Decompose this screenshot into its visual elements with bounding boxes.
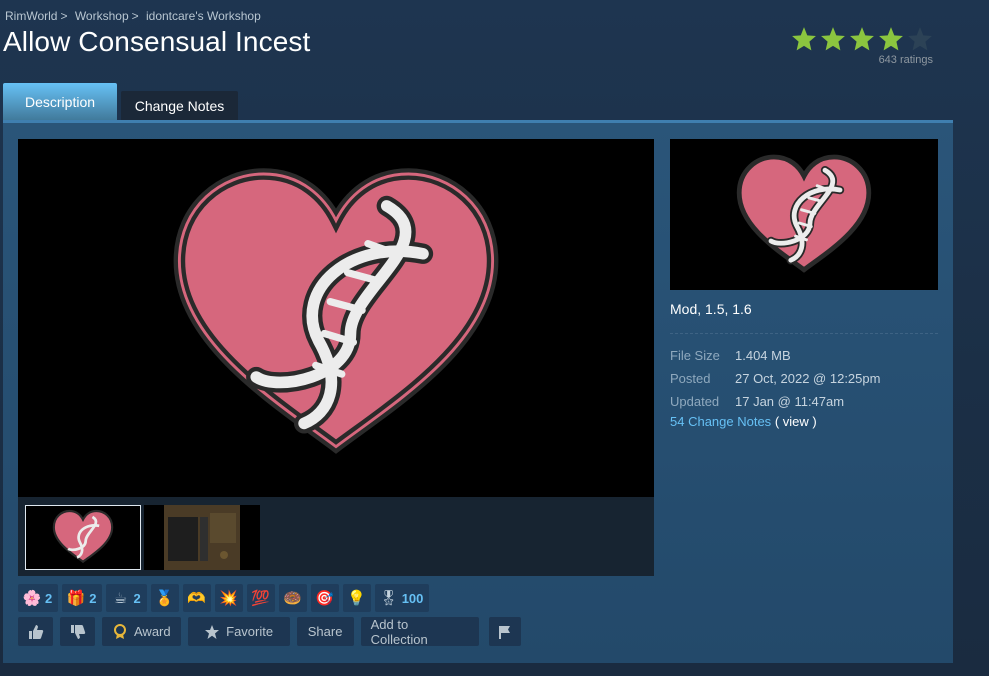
stat-file-size: File Size 1.404 MB bbox=[670, 344, 880, 367]
mod-tags: Mod, 1.5, 1.6 bbox=[670, 301, 752, 317]
thumbnail-gameplay[interactable] bbox=[144, 505, 260, 570]
star-filled-icon bbox=[792, 27, 816, 51]
rating: 643 ratings bbox=[791, 26, 933, 66]
award-chip[interactable]: 🎯 bbox=[310, 584, 339, 612]
star-empty-icon bbox=[908, 27, 932, 51]
star-filled-icon bbox=[879, 27, 903, 51]
star-filled-icon bbox=[850, 27, 874, 51]
stat-posted: Posted 27 Oct, 2022 @ 12:25pm bbox=[670, 367, 880, 390]
thumbs-down-icon bbox=[70, 624, 85, 639]
heart-dna-icon bbox=[736, 154, 872, 273]
report-button[interactable] bbox=[488, 617, 521, 646]
award-icon bbox=[114, 623, 126, 639]
thumbs-up-button[interactable] bbox=[18, 617, 53, 646]
file-stats: File Size 1.404 MB Posted 27 Oct, 2022 @… bbox=[670, 344, 880, 413]
change-notes-row: 54 Change Notes ( view ) bbox=[670, 414, 817, 429]
rating-stars bbox=[791, 26, 933, 52]
flower-award-icon: 🌸 bbox=[22, 590, 42, 607]
tab-bar: Description Change Notes bbox=[3, 83, 238, 120]
stat-label: File Size bbox=[670, 348, 720, 363]
view-change-notes-link[interactable]: ( view ) bbox=[775, 414, 817, 429]
stat-value: 17 Jan @ 11:47am bbox=[735, 394, 845, 409]
award-count: 2 bbox=[133, 590, 141, 606]
share-button-label: Share bbox=[307, 624, 343, 639]
star-icon bbox=[205, 624, 220, 639]
donut-award-icon: 🍩 bbox=[283, 590, 303, 607]
awards-row: 🌸 2 🎁 2 ☕ 2 🏅 🫶 💥 💯 🍩 🎯 💡 🎖 100 bbox=[18, 584, 430, 612]
stat-label: Posted bbox=[670, 371, 711, 386]
heart-hands-award-icon: 🫶 bbox=[187, 590, 207, 607]
ratings-count: 643 ratings bbox=[878, 54, 933, 66]
lightbulb-award-icon: 💡 bbox=[347, 590, 367, 607]
stat-value: 27 Oct, 2022 @ 12:25pm bbox=[735, 371, 881, 386]
award-chip[interactable]: 💥 bbox=[214, 584, 243, 612]
breadcrumb-separator: > bbox=[131, 9, 139, 23]
tab-description[interactable]: Description bbox=[3, 83, 117, 120]
favorite-button-label: Favorite bbox=[226, 624, 274, 639]
award-button[interactable]: Award bbox=[102, 617, 181, 646]
tab-change-notes[interactable]: Change Notes bbox=[121, 91, 238, 120]
breadcrumb-workshop[interactable]: Workshop bbox=[75, 9, 129, 23]
add-to-collection-button[interactable]: Add to Collection bbox=[360, 616, 479, 647]
thumbs-down-button[interactable] bbox=[60, 617, 95, 646]
award-chip[interactable]: 💡 bbox=[342, 584, 371, 612]
favorite-button[interactable]: Favorite bbox=[187, 617, 290, 646]
award-chip[interactable]: ☕ 2 bbox=[106, 584, 147, 612]
main-preview-image[interactable] bbox=[18, 139, 654, 497]
award-chip[interactable]: 🏅 bbox=[150, 584, 179, 612]
award-count: 2 bbox=[89, 590, 97, 606]
ribbon-award-icon: 🎖 bbox=[379, 590, 399, 607]
award-count: 2 bbox=[45, 590, 53, 606]
target-award-icon: 🎯 bbox=[315, 590, 335, 607]
award-chip[interactable]: 🫶 bbox=[182, 584, 211, 612]
award-chip[interactable]: 🌸 2 bbox=[18, 584, 59, 612]
divider bbox=[670, 333, 938, 334]
hundred-award-icon: 💯 bbox=[251, 590, 271, 607]
thumbnail-strip bbox=[18, 497, 654, 576]
thumbs-up-icon bbox=[28, 624, 43, 639]
award-chip[interactable]: 🎖 100 bbox=[374, 584, 430, 612]
stat-label: Updated bbox=[670, 394, 720, 409]
medal-award-icon: 🏅 bbox=[155, 590, 175, 607]
change-notes-link[interactable]: 54 Change Notes bbox=[670, 414, 771, 429]
award-button-label: Award bbox=[134, 624, 171, 639]
breadcrumb: RimWorld > Workshop > idontcare's Workshop bbox=[5, 9, 261, 23]
share-button[interactable]: Share bbox=[296, 617, 354, 646]
stat-updated: Updated 17 Jan @ 11:47am bbox=[670, 390, 880, 413]
stat-value: 1.404 MB bbox=[735, 348, 791, 363]
thumbnail-logo[interactable] bbox=[25, 505, 141, 570]
award-chip[interactable]: 💯 bbox=[246, 584, 275, 612]
page-title: Allow Consensual Incest bbox=[3, 26, 311, 57]
breadcrumb-separator: > bbox=[60, 9, 68, 23]
flag-icon bbox=[498, 625, 510, 639]
gift-award-icon: 🎁 bbox=[66, 590, 86, 607]
preview-image-small bbox=[670, 139, 938, 290]
coffee-award-icon: ☕ bbox=[113, 590, 128, 607]
award-chip[interactable]: 🎁 2 bbox=[62, 584, 103, 612]
star-filled-icon bbox=[821, 27, 845, 51]
add-to-collection-label: Add to Collection bbox=[370, 616, 428, 647]
explosion-award-icon: 💥 bbox=[219, 590, 239, 607]
heart-dna-icon bbox=[52, 509, 114, 564]
award-chip[interactable]: 🍩 bbox=[278, 584, 307, 612]
award-count: 100 bbox=[401, 590, 424, 606]
breadcrumb-author-workshop[interactable]: idontcare's Workshop bbox=[146, 9, 261, 23]
breadcrumb-rimworld[interactable]: RimWorld bbox=[5, 9, 57, 23]
heart-dna-logo bbox=[173, 168, 499, 454]
gameplay-screenshot-image bbox=[144, 505, 260, 570]
action-bar: Award Favorite Share Add to Collection bbox=[18, 616, 521, 647]
